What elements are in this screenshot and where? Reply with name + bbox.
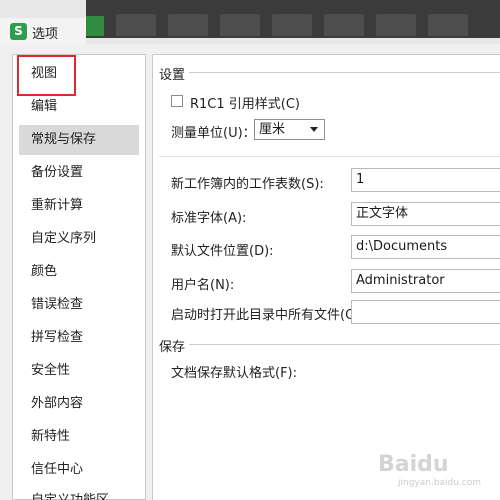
ribbon-tab xyxy=(116,14,156,36)
r1c1-checkbox[interactable] xyxy=(171,95,183,107)
username-label: 用户名(N): xyxy=(171,278,235,293)
background-ribbon xyxy=(86,0,500,38)
ribbon-tab xyxy=(376,14,416,36)
sidebar-item-custom-list[interactable]: 自定义序列 xyxy=(19,224,139,254)
unit-select[interactable]: 厘米 xyxy=(254,119,325,140)
r1c1-label: R1C1 引用样式(C) xyxy=(190,97,301,112)
ribbon-tab-marker xyxy=(86,16,104,36)
annotation-highlight-box xyxy=(17,55,76,96)
chevron-down-icon xyxy=(310,127,318,132)
sidebar-item-security[interactable]: 安全性 xyxy=(19,356,139,386)
startup-folder-label: 启动时打开此目录中所有文件(O): xyxy=(171,308,365,323)
sheet-count-input[interactable]: 1 xyxy=(351,168,500,192)
username-input[interactable]: Administrator xyxy=(351,269,500,293)
save-section-title: 保存 xyxy=(159,340,186,355)
sidebar-item-color[interactable]: 颜色 xyxy=(19,257,139,287)
sidebar-item-new-features[interactable]: 新特性 xyxy=(19,422,139,452)
std-font-input[interactable]: 正文字体 xyxy=(351,202,500,226)
wps-app-icon: S xyxy=(10,23,27,40)
section-divider xyxy=(189,344,500,345)
baidu-watermark-logo: Baidu xyxy=(378,452,449,477)
default-path-input[interactable]: d:\Documents xyxy=(351,235,500,259)
unit-label: 测量单位(U)： xyxy=(171,126,256,141)
sidebar-item-recalculate[interactable]: 重新计算 xyxy=(19,191,139,221)
ribbon-tab xyxy=(324,14,364,36)
settings-divider xyxy=(159,156,500,157)
sidebar-item-external-content[interactable]: 外部内容 xyxy=(19,389,139,419)
sheet-count-label: 新工作簿内的工作表数(S): xyxy=(171,177,324,192)
dialog-title: 选项 xyxy=(32,27,59,42)
sidebar-item-error-check[interactable]: 错误检查 xyxy=(19,290,139,320)
ribbon-tab xyxy=(168,14,208,36)
sidebar-item-trust-center[interactable]: 信任中心 xyxy=(19,455,139,485)
options-content-panel: 设置 R1C1 引用样式(C) 测量单位(U)： 厘米 新工作簿内的工作表数(S… xyxy=(152,54,500,500)
ribbon-tab xyxy=(428,14,468,36)
std-font-label: 标准字体(A): xyxy=(171,211,247,226)
ribbon-tab xyxy=(272,14,312,36)
sidebar-item-custom-ribbon[interactable]: 自定义功能区 xyxy=(19,486,139,500)
section-divider xyxy=(189,72,500,73)
baidu-watermark-url: jingyan.baidu.com xyxy=(398,478,482,488)
settings-section-title: 设置 xyxy=(159,68,186,83)
startup-folder-input[interactable] xyxy=(351,300,500,324)
default-format-label: 文档保存默认格式(F): xyxy=(171,366,298,381)
sidebar-item-spell-check[interactable]: 拼写检查 xyxy=(19,323,139,353)
sidebar-item-backup[interactable]: 备份设置 xyxy=(19,158,139,188)
default-path-label: 默认文件位置(D): xyxy=(171,244,274,259)
unit-select-value: 厘米 xyxy=(259,122,286,137)
sidebar-item-general-save[interactable]: 常规与保存 xyxy=(19,125,139,155)
options-sidebar: 视图 编辑 常规与保存 备份设置 重新计算 自定义序列 颜色 错误检查 拼写检查… xyxy=(12,54,146,500)
ribbon-tab xyxy=(220,14,260,36)
sidebar-item-edit[interactable]: 编辑 xyxy=(19,92,139,122)
